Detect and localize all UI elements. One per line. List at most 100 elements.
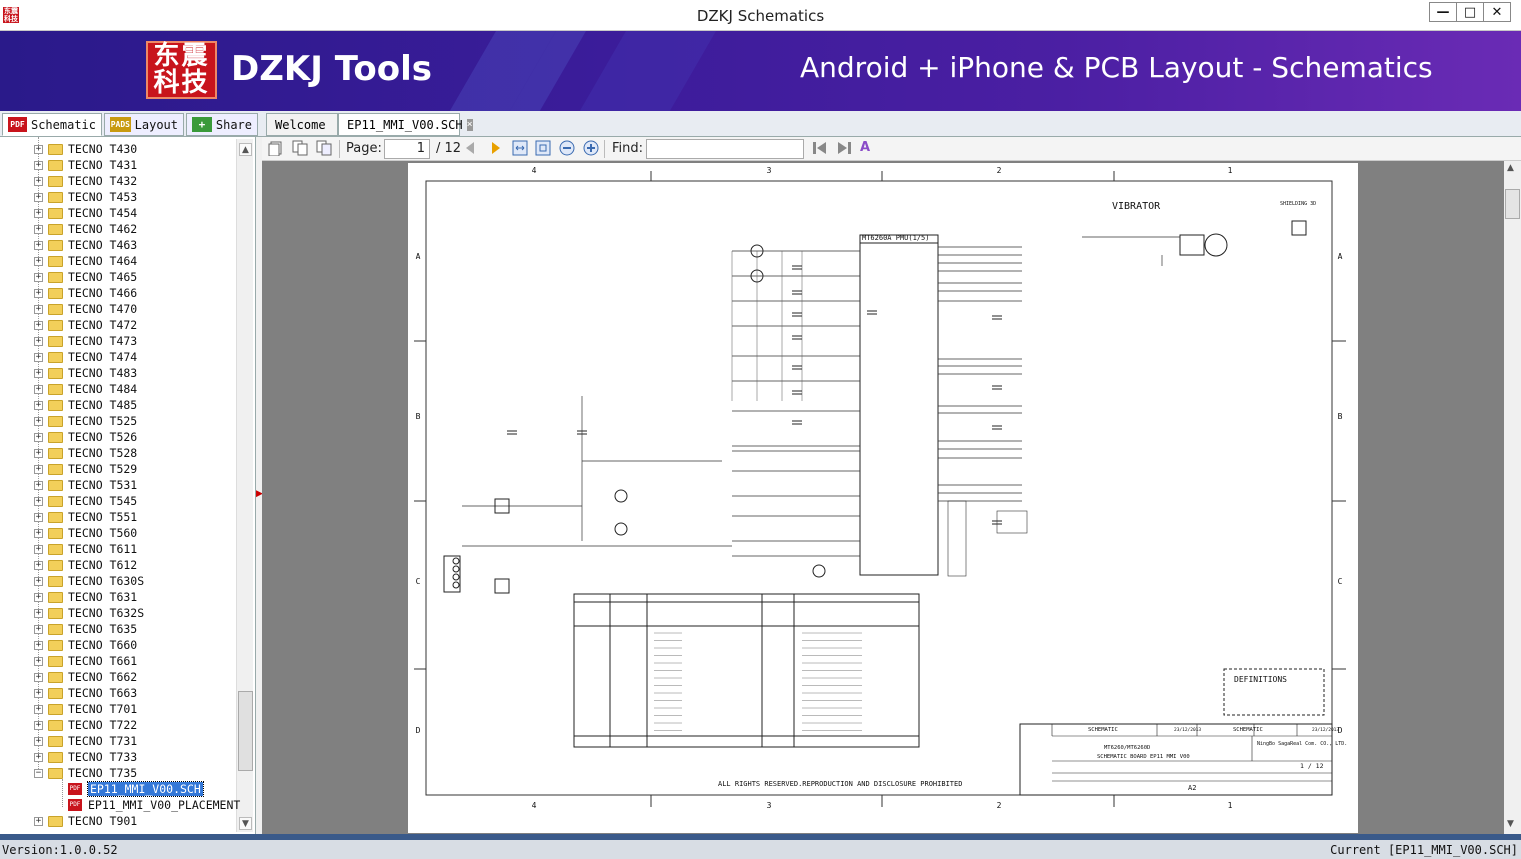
expand-icon[interactable]: + <box>34 416 43 426</box>
expand-icon[interactable]: + <box>34 496 43 506</box>
expand-icon[interactable]: + <box>34 272 43 282</box>
tree-folder-item[interactable]: − TECNO T735 <box>34 765 137 781</box>
tree-folder-item[interactable]: + TECNO T484 <box>34 381 137 397</box>
expand-icon[interactable]: + <box>34 544 43 554</box>
tree-folder-item[interactable]: + TECNO T531 <box>34 477 137 493</box>
expand-icon[interactable]: + <box>34 192 43 202</box>
tree-folder-item[interactable]: + TECNO T483 <box>34 365 137 381</box>
expand-icon[interactable]: + <box>34 752 43 762</box>
tree-folder-item[interactable]: + TECNO T430 <box>34 141 137 157</box>
close-tab-icon[interactable]: × <box>466 118 473 131</box>
expand-icon[interactable]: + <box>34 704 43 714</box>
expand-icon[interactable]: + <box>34 144 43 154</box>
tree-folder-item[interactable]: + TECNO T431 <box>34 157 137 173</box>
expand-icon[interactable]: + <box>34 720 43 730</box>
expand-icon[interactable]: + <box>34 352 43 362</box>
tree-folder-item[interactable]: + TECNO T901 <box>34 813 137 829</box>
expand-icon[interactable]: + <box>34 688 43 698</box>
expand-icon[interactable]: + <box>34 608 43 618</box>
tree-folder-item[interactable]: + TECNO T611 <box>34 541 137 557</box>
expand-icon[interactable]: + <box>34 816 43 826</box>
next-page-icon[interactable] <box>488 140 504 156</box>
scroll-thumb[interactable] <box>238 691 253 771</box>
tab-layout[interactable]: PADS Layout <box>104 113 184 136</box>
tab-schematic[interactable]: PDF Schematic <box>2 113 102 136</box>
expand-icon[interactable]: + <box>34 240 43 250</box>
tree-folder-item[interactable]: + TECNO T701 <box>34 701 137 717</box>
expand-icon[interactable]: + <box>34 304 43 314</box>
expand-icon[interactable]: + <box>34 672 43 682</box>
expand-icon[interactable]: + <box>34 464 43 474</box>
page-number-input[interactable]: 1 <box>384 139 430 159</box>
tree-folder-item[interactable]: + TECNO T722 <box>34 717 137 733</box>
expand-icon[interactable]: + <box>34 432 43 442</box>
tree-folder-item[interactable]: + TECNO T529 <box>34 461 137 477</box>
expand-icon[interactable]: + <box>34 592 43 602</box>
tree-folder-item[interactable]: + TECNO T462 <box>34 221 137 237</box>
fit-width-icon[interactable] <box>512 140 528 156</box>
prev-page-icon[interactable] <box>462 140 478 156</box>
expand-icon[interactable]: + <box>34 560 43 570</box>
tree-folder-item[interactable]: + TECNO T463 <box>34 237 137 253</box>
expand-icon[interactable]: + <box>34 624 43 634</box>
tree-folder-item[interactable]: + TECNO T485 <box>34 397 137 413</box>
zoom-out-icon[interactable] <box>559 140 575 156</box>
expand-icon[interactable]: + <box>34 224 43 234</box>
tree-folder-item[interactable]: + TECNO T551 <box>34 509 137 525</box>
copy-icon[interactable] <box>292 140 308 156</box>
expand-icon[interactable]: + <box>34 656 43 666</box>
tree-folder-item[interactable]: + TECNO T733 <box>34 749 137 765</box>
tree-file-item[interactable]: PDF EP11_MMI_V00_PLACEMENT <box>68 797 240 813</box>
tree-folder-item[interactable]: + TECNO T663 <box>34 685 137 701</box>
tree-folder-item[interactable]: + TECNO T453 <box>34 189 137 205</box>
minimize-button[interactable]: — <box>1429 2 1457 22</box>
viewer-scrollbar[interactable]: ▲ ▼ <box>1504 161 1521 834</box>
tree-folder-item[interactable]: + TECNO T545 <box>34 493 137 509</box>
tree-folder-item[interactable]: + TECNO T474 <box>34 349 137 365</box>
doc-tab-schematic-file[interactable]: EP11_MMI_V00.SCH × <box>338 113 473 136</box>
tree-folder-item[interactable]: + TECNO T631 <box>34 589 137 605</box>
expand-icon[interactable]: + <box>34 368 43 378</box>
tree-folder-item[interactable]: + TECNO T612 <box>34 557 137 573</box>
tree-folder-item[interactable]: + TECNO T560 <box>34 525 137 541</box>
tree-folder-item[interactable]: + TECNO T528 <box>34 445 137 461</box>
scroll-down-icon[interactable]: ▼ <box>1507 819 1514 829</box>
expand-icon[interactable]: + <box>34 176 43 186</box>
tree-scrollbar[interactable]: ▲ ▼ <box>236 139 253 832</box>
tree-folder-item[interactable]: + TECNO T464 <box>34 253 137 269</box>
tree-folder-item[interactable]: + TECNO T473 <box>34 333 137 349</box>
close-button[interactable]: ✕ <box>1483 2 1511 22</box>
expand-icon[interactable]: + <box>34 400 43 410</box>
tree-folder-item[interactable]: + TECNO T466 <box>34 285 137 301</box>
find-prev-icon[interactable] <box>812 140 828 156</box>
tree-folder-item[interactable]: + TECNO T470 <box>34 301 137 317</box>
tree-folder-item[interactable]: + TECNO T635 <box>34 621 137 637</box>
pages-icon[interactable] <box>316 140 332 156</box>
scroll-down-icon[interactable]: ▼ <box>239 817 252 830</box>
expand-icon[interactable]: + <box>34 256 43 266</box>
tree-folder-item[interactable]: + TECNO T660 <box>34 637 137 653</box>
expand-icon[interactable]: + <box>34 736 43 746</box>
tree-folder-item[interactable]: + TECNO T630S <box>34 573 144 589</box>
tree-folder-item[interactable]: + TECNO T731 <box>34 733 137 749</box>
fit-page-icon[interactable] <box>535 140 551 156</box>
tree-folder-item[interactable]: + TECNO T472 <box>34 317 137 333</box>
scroll-thumb[interactable] <box>1505 189 1520 219</box>
expand-icon[interactable]: + <box>34 208 43 218</box>
open-file-icon[interactable] <box>268 140 284 157</box>
expand-icon[interactable]: + <box>34 528 43 538</box>
expand-icon[interactable]: + <box>34 512 43 522</box>
expand-icon[interactable]: + <box>34 480 43 490</box>
zoom-in-icon[interactable] <box>583 140 599 156</box>
tree-folder-item[interactable]: + TECNO T525 <box>34 413 137 429</box>
scroll-up-icon[interactable]: ▲ <box>239 143 252 156</box>
find-next-icon[interactable] <box>836 140 852 156</box>
tree-folder-item[interactable]: + TECNO T454 <box>34 205 137 221</box>
tree-folder-item[interactable]: + TECNO T632S <box>34 605 144 621</box>
scroll-up-icon[interactable]: ▲ <box>1507 163 1514 173</box>
expand-icon[interactable]: + <box>34 320 43 330</box>
expand-icon[interactable]: − <box>34 768 43 778</box>
find-input[interactable] <box>646 139 804 159</box>
tree-folder-item[interactable]: + TECNO T432 <box>34 173 137 189</box>
expand-icon[interactable]: + <box>34 640 43 650</box>
